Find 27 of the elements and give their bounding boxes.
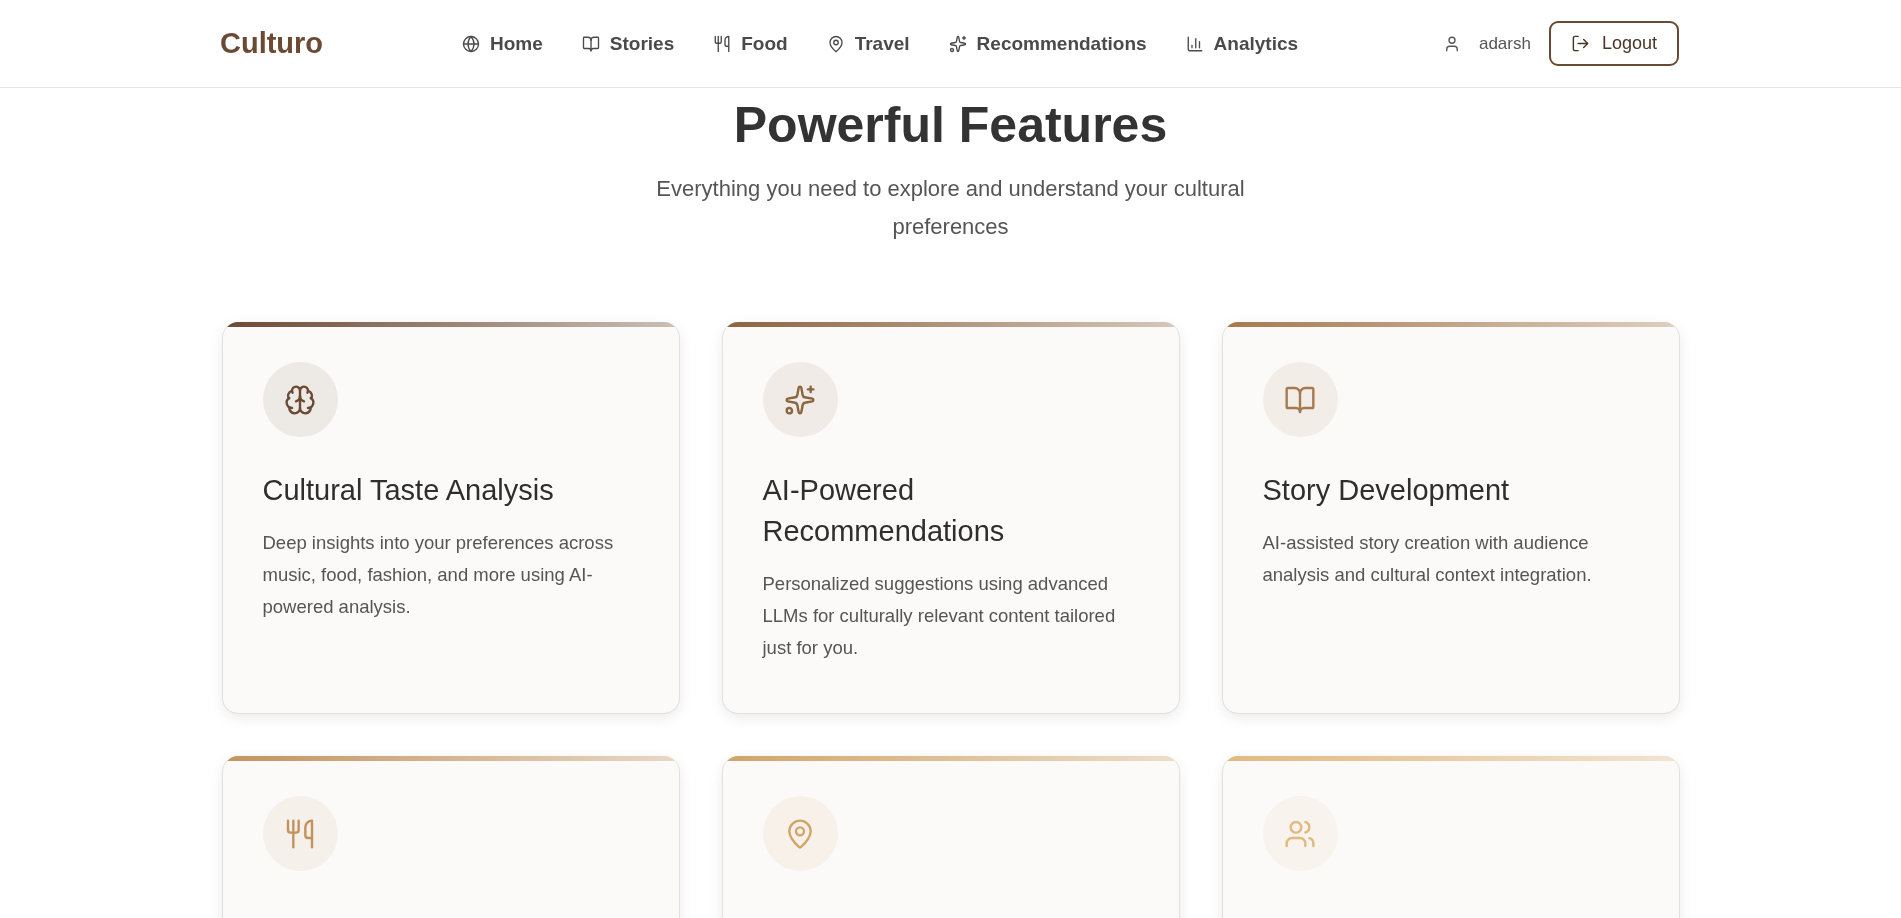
feature-description: AI-assisted story creation with audience analysis and cultural context integration. xyxy=(1262,531,1593,587)
feature-title: Story Development xyxy=(1262,473,1511,508)
nav-link[interactable]: Stories xyxy=(581,32,675,55)
nav-link[interactable]: Home xyxy=(462,32,543,55)
sparkles-icon xyxy=(784,383,816,416)
logo[interactable]: Culturo xyxy=(220,27,462,60)
section-title: Powerful Features xyxy=(733,96,1168,154)
logout-icon xyxy=(1570,34,1590,53)
sparkles-icon xyxy=(948,34,967,53)
feature-title: AI-Powered Recommendations xyxy=(762,473,1006,549)
fork-knife-icon xyxy=(284,817,316,850)
feature-description: Deep insights into your preferences across music, food, fashion, and more using AI-powered analysis. xyxy=(262,531,615,619)
globe-icon xyxy=(462,34,480,53)
bar-chart-icon xyxy=(1185,34,1204,53)
nav-link[interactable]: Analytics xyxy=(1185,32,1299,55)
user-name: adarsh xyxy=(1478,33,1531,54)
logout-button[interactable]: Logout xyxy=(1548,21,1679,66)
map-pin-icon xyxy=(826,34,845,53)
nav-link[interactable]: Travel xyxy=(826,32,910,55)
feature-description: Personalized suggestions using advanced LLMs for culturally relevant content tailored just for you. xyxy=(762,572,1117,660)
book-icon xyxy=(581,34,600,53)
fork-knife-icon xyxy=(713,34,732,53)
brain-icon xyxy=(284,383,316,416)
section-subtitle: Everything you need to explore and understand your cultural preferences xyxy=(655,175,1246,241)
nav-link[interactable]: Recommendations xyxy=(948,32,1147,55)
feature-title: Cultural Taste Analysis xyxy=(262,473,555,508)
nav-link[interactable]: Food xyxy=(713,32,788,55)
